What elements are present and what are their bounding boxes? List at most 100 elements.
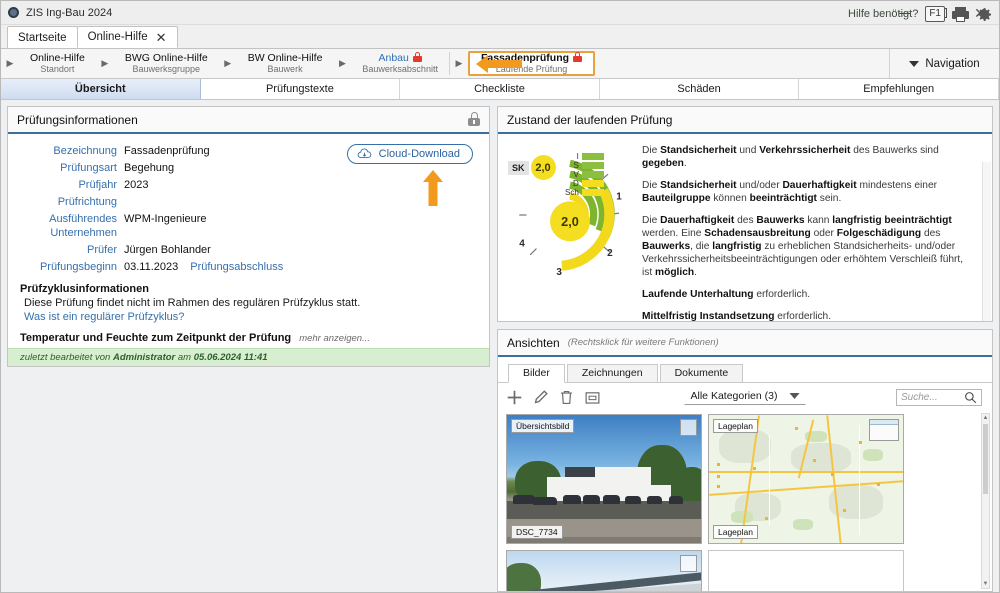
condition-description: Die Standsicherheit und Verkehrssicherhe…: [638, 140, 988, 322]
zustand-scrollbar[interactable]: [982, 162, 991, 322]
section-tab-label: Übersicht: [75, 83, 126, 95]
map-image: [709, 415, 903, 543]
gauge-legend-key-i: I: [577, 152, 604, 161]
gauge-legend-key-s: S: [573, 161, 603, 170]
f1-key-button[interactable]: F1: [925, 6, 945, 22]
ansichten-panel: Ansichten (Rechtsklick für weitere Funkt…: [497, 329, 993, 592]
show-more-link[interactable]: mehr anzeigen...: [299, 333, 370, 344]
workspace: Prüfungsinformationen Cloud-Download: [1, 100, 999, 593]
ansichten-tab-bar: Bilder Zeichnungen Dokumente: [498, 363, 992, 383]
tab-startseite[interactable]: Startseite: [7, 26, 78, 48]
field-label: Ausführendes Unternehmen: [8, 212, 124, 240]
tab-schaeden[interactable]: Schäden: [600, 79, 800, 99]
navigation-button[interactable]: Navigation: [889, 49, 999, 78]
section-tab-label: Schäden: [677, 83, 720, 95]
field-value[interactable]: Fassadenprüfung: [124, 144, 210, 158]
category-filter-dropdown[interactable]: Alle Kategorien (3): [685, 389, 806, 405]
condition-paragraph-3: Die Dauerhaftigkeit des Bauwerks kann la…: [642, 214, 974, 279]
field-value[interactable]: WPM-Ingenieure: [124, 212, 207, 226]
scrollbar-thumb[interactable]: [983, 424, 988, 494]
breadcrumb-item-bauwerksabschnitt[interactable]: Anbau Bauwerksabschnitt: [351, 49, 449, 78]
tab-dokumente[interactable]: Dokumente: [660, 364, 744, 382]
left-column: Prüfungsinformationen Cloud-Download: [7, 106, 490, 592]
gauge-tick-2: 2: [607, 248, 613, 259]
panel-subtitle: (Rechtsklick für weitere Funktionen): [568, 337, 719, 348]
field-value[interactable]: 2023: [124, 178, 148, 192]
tab-empfehlungen[interactable]: Empfehlungen: [799, 79, 999, 99]
map-mini-overview: [869, 419, 899, 441]
right-column: Zustand der laufenden Prüfung: [497, 106, 993, 592]
category-filter-value: Alle Kategorien (3): [691, 390, 778, 402]
field-value[interactable]: Jürgen Bohlander: [124, 243, 211, 257]
tab-bilder[interactable]: Bilder: [508, 364, 565, 383]
photo-image: [507, 551, 701, 591]
sk-badge-label: SK: [508, 161, 529, 175]
thumbnail-select-checkbox[interactable]: [680, 419, 697, 436]
help-toolbar: Hilfe benötigt? F1: [848, 3, 993, 25]
field-value[interactable]: 03.11.2023: [124, 260, 178, 274]
close-icon[interactable]: ✕: [156, 31, 167, 44]
field-value[interactable]: Begehung: [124, 161, 174, 175]
field-label: Prüfungsart: [8, 161, 124, 175]
condition-gauge[interactable]: 0 1 2 3 4: [502, 140, 638, 322]
search-placeholder: Suche...: [901, 392, 964, 403]
tab-label: Dokumente: [675, 367, 729, 379]
archive-icon[interactable]: [584, 389, 601, 406]
pruefzyklus-help-link[interactable]: Was ist ein regulärer Prüfzyklus?: [24, 311, 489, 323]
left-empty-area: [7, 367, 490, 592]
thumbnail-roof[interactable]: [506, 550, 702, 591]
thumbnail-scrollbar[interactable]: ▲ ▼: [981, 413, 990, 589]
info-row-pruefungszeitraum: Prüfungsbeginn 03.11.2023 Prüfungsabschl…: [8, 260, 489, 274]
search-icon: [964, 391, 977, 404]
thumbnail-lageplan[interactable]: Lageplan Lageplan: [708, 414, 904, 544]
orange-pointer-left-icon: [476, 55, 522, 73]
sk-badge: SK 2,0: [508, 155, 556, 180]
breadcrumb-secondary: Bauwerk: [268, 64, 303, 75]
edit-icon[interactable]: [532, 389, 549, 406]
gauge-legend-swatch: [582, 189, 604, 196]
gear-icon[interactable]: [976, 6, 993, 23]
thumbnail-select-checkbox[interactable]: [680, 555, 697, 572]
tab-pruefungstexte[interactable]: Prüfungstexte: [201, 79, 401, 99]
section-tab-label: Prüfungstexte: [266, 83, 334, 95]
ansichten-toolbar: Alle Kategorien (3) Suche...: [498, 383, 992, 411]
breadcrumb-item-bauwerksgruppe[interactable]: BWG Online-Hilfe Bauwerksgruppe: [114, 49, 219, 78]
breadcrumb-primary: BW Online-Hilfe: [248, 52, 323, 64]
breadcrumb-secondary: Bauwerksabschnitt: [362, 64, 438, 75]
chevron-right-icon: ▶: [96, 49, 114, 78]
cloud-download-label: Cloud-Download: [379, 148, 460, 160]
tab-uebersicht[interactable]: Übersicht: [1, 79, 201, 99]
lock-icon[interactable]: [468, 112, 480, 126]
breadcrumb-primary: Online-Hilfe: [30, 52, 85, 64]
tab-label: Startseite: [18, 32, 67, 44]
panel-title: Ansichten: [507, 336, 560, 350]
gauge-legend-swatch: [582, 180, 604, 187]
cloud-download-button[interactable]: Cloud-Download: [347, 144, 473, 164]
edited-user: Administrator: [113, 352, 175, 363]
cloud-download-icon: [357, 148, 372, 160]
edited-date: 05.06.2024 11:41: [194, 352, 268, 363]
help-label: Hilfe benötigt?: [848, 8, 918, 20]
edited-prefix: zuletzt bearbeitet von: [20, 352, 110, 363]
tab-online-hilfe[interactable]: Online-Hilfe ✕: [77, 26, 178, 48]
orange-pointer-up-icon: [423, 170, 443, 206]
breadcrumb-item-bauwerk[interactable]: BW Online-Hilfe Bauwerk: [237, 49, 334, 78]
delete-icon[interactable]: [558, 389, 575, 406]
info-row-pruefrichtung: Prüfrichtung: [8, 195, 489, 209]
window-title: ZIS Ing-Bau 2024: [26, 7, 112, 19]
add-icon[interactable]: [506, 389, 523, 406]
gauge-legend-swatch: [582, 153, 604, 160]
info-row-pruefjahr: Prüfjahr 2023: [8, 178, 489, 192]
gauge-tick-3: 3: [556, 267, 562, 278]
breadcrumb-item-standort[interactable]: Online-Hilfe Standort: [19, 49, 96, 78]
printer-icon[interactable]: [952, 7, 969, 22]
app-logo-icon: [8, 7, 19, 18]
thumbnail-placeholder[interactable]: [708, 550, 904, 591]
tab-zeichnungen[interactable]: Zeichnungen: [567, 364, 658, 382]
lock-icon: [573, 52, 582, 62]
condition-paragraph-1: Die Standsicherheit und Verkehrssicherhe…: [642, 144, 974, 170]
breadcrumb-secondary: Bauwerksgruppe: [133, 64, 201, 75]
tab-checkliste[interactable]: Checkliste: [400, 79, 600, 99]
thumbnail-uebersichtsbild[interactable]: Übersichtsbild DSC_7734: [506, 414, 702, 544]
search-input[interactable]: Suche...: [896, 389, 982, 406]
